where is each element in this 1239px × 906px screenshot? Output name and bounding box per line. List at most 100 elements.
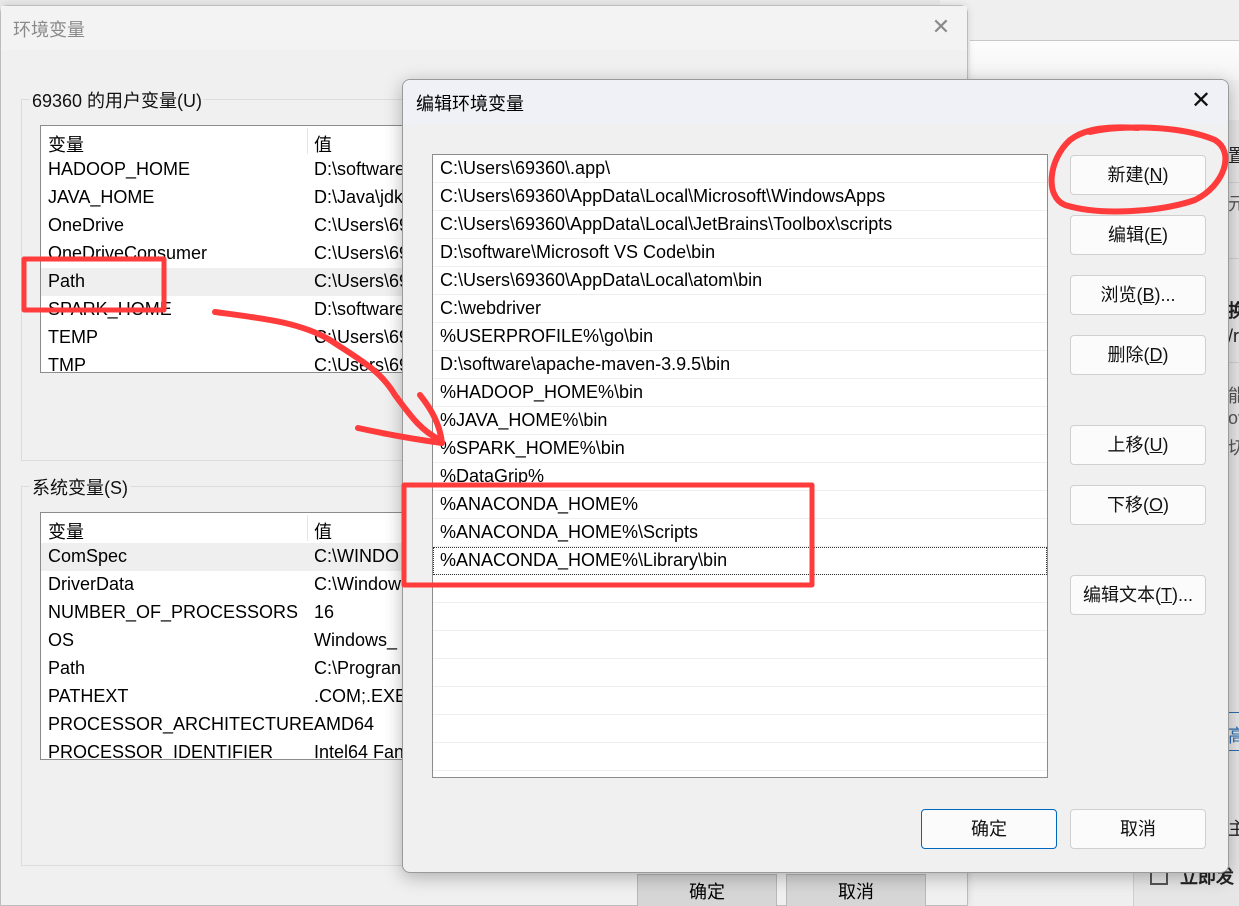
variable-name: TMP xyxy=(48,355,86,373)
access-key: O xyxy=(1148,495,1163,515)
variable-name: PATHEXT xyxy=(48,686,129,706)
button-label: 浏览( xyxy=(1100,285,1143,305)
path-entry-empty[interactable] xyxy=(433,715,1047,743)
variable-value: Intel64 Fan xyxy=(314,742,405,760)
table-row[interactable]: PATHEXT .COM;.EXE xyxy=(41,683,459,711)
path-entry[interactable]: D:\software\apache-maven-3.9.5\bin xyxy=(433,351,1047,379)
variable-value: C:\Users\69 xyxy=(314,215,410,235)
system-variables-list[interactable]: 变量 值 ComSpec C:\WINDO DriverData C:\Window… xyxy=(40,512,460,760)
move-up-button[interactable]: 上移(U) xyxy=(1070,425,1206,465)
path-entry[interactable]: %ANACONDA_HOME% xyxy=(433,491,1047,519)
background-divider xyxy=(1228,258,1239,259)
variable-name: Path xyxy=(48,271,86,291)
path-entry-empty[interactable] xyxy=(433,687,1047,715)
background-divider xyxy=(1228,750,1239,751)
path-entry-empty[interactable] xyxy=(433,659,1047,687)
access-key: E xyxy=(1149,225,1162,245)
column-header-variable[interactable]: 变量 xyxy=(48,131,84,157)
button-label: 上移( xyxy=(1107,435,1150,455)
browse-button[interactable]: 浏览(B)... xyxy=(1070,275,1206,315)
path-entry[interactable]: C:\Users\69360\AppData\Local\JetBrains\T… xyxy=(433,211,1047,239)
path-entry[interactable]: %JAVA_HOME%\bin xyxy=(433,407,1047,435)
env-window-title: 环境变量 xyxy=(13,20,85,40)
table-row[interactable]: NUMBER_OF_PROCESSORS 16 xyxy=(41,599,459,627)
button-label: 新建( xyxy=(1107,165,1150,185)
background-text-fragment: ov xyxy=(1228,408,1239,428)
path-entry[interactable]: C:\webdriver xyxy=(433,295,1047,323)
cancel-button[interactable]: 取消 xyxy=(1070,809,1206,849)
variable-value: C:\Users\69 xyxy=(314,327,410,347)
access-key: D xyxy=(1149,345,1163,365)
table-row[interactable]: SPARK_HOME D:\software xyxy=(41,296,459,324)
close-icon[interactable]: ✕ xyxy=(929,15,953,39)
variable-value: D:\Java\jdk xyxy=(314,187,404,207)
edit-button[interactable]: 编辑(E) xyxy=(1070,215,1206,255)
background-divider xyxy=(1228,182,1239,183)
path-entry[interactable]: %SPARK_HOME%\bin xyxy=(433,435,1047,463)
path-entry[interactable]: %ANACONDA_HOME%\Scripts xyxy=(433,519,1047,547)
path-entry[interactable]: %ANACONDA_HOME%\Library\bin xyxy=(433,547,1047,575)
variable-value: C:\Users\69 xyxy=(314,271,410,291)
edit-text-button[interactable]: 编辑文本(T)... xyxy=(1070,575,1206,615)
table-row[interactable]: Path C:\Progran xyxy=(41,655,459,683)
path-entry[interactable]: %USERPROFILE%\go\bin xyxy=(433,323,1047,351)
variable-value: D:\software xyxy=(314,299,406,319)
table-row[interactable]: OneDrive C:\Users\69 xyxy=(41,212,459,240)
background-text-fragment: 主 xyxy=(1228,819,1239,839)
path-entries-list[interactable]: C:\Users\69360\.app\ C:\Users\69360\AppDa… xyxy=(432,154,1048,778)
close-icon[interactable]: ✕ xyxy=(1188,88,1214,114)
delete-button[interactable]: 删除(D) xyxy=(1070,335,1206,375)
path-entry[interactable]: C:\Users\69360\AppData\Local\Microsoft\W… xyxy=(433,183,1047,211)
access-key: U xyxy=(1149,435,1163,455)
variable-name: JAVA_HOME xyxy=(48,187,155,207)
path-entry-empty[interactable] xyxy=(433,743,1047,771)
path-entry-empty[interactable] xyxy=(433,631,1047,659)
background-text-fragment: 元 xyxy=(1228,194,1239,214)
table-row[interactable]: DriverData C:\Window xyxy=(41,571,459,599)
path-entry[interactable]: %HADOOP_HOME%\bin xyxy=(433,379,1047,407)
variable-name: OneDriveConsumer xyxy=(48,243,208,263)
list-header: 变量 值 xyxy=(41,513,459,543)
variable-value: C:\Window xyxy=(314,574,402,594)
path-entry[interactable]: D:\software\Microsoft VS Code\bin xyxy=(433,239,1047,267)
variable-name: HADOOP_HOME xyxy=(48,159,191,179)
background-window-header xyxy=(970,40,1239,80)
column-separator[interactable] xyxy=(307,515,308,541)
table-row[interactable]: PROCESSOR_ARCHITECTURE AMD64 xyxy=(41,711,459,739)
user-variables-list[interactable]: 变量 值 HADOOP_HOME D:\software JAVA_HOME D:\… xyxy=(40,125,460,373)
column-separator[interactable] xyxy=(307,128,308,154)
table-row[interactable]: PROCESSOR_IDENTIFIER Intel64 Fan xyxy=(41,739,459,760)
variable-name: ComSpec xyxy=(48,546,128,566)
column-header-variable[interactable]: 变量 xyxy=(48,518,84,544)
column-header-value[interactable]: 值 xyxy=(314,131,332,157)
variable-name: Path xyxy=(48,658,86,678)
table-row[interactable]: OS Windows_ xyxy=(41,627,459,655)
new-button[interactable]: 新建(N) xyxy=(1070,155,1206,195)
button-label-tail: ) xyxy=(1162,345,1169,365)
table-row[interactable]: OneDriveConsumer C:\Users\69 xyxy=(41,240,459,268)
table-row-selected[interactable]: ComSpec C:\WINDO xyxy=(41,543,459,571)
path-entry-empty[interactable] xyxy=(433,575,1047,603)
variable-name: OS xyxy=(48,630,75,650)
column-header-value[interactable]: 值 xyxy=(314,518,332,544)
path-entry[interactable]: C:\Users\69360\.app\ xyxy=(433,155,1047,183)
ok-button[interactable]: 确定 xyxy=(921,809,1057,849)
table-row-selected[interactable]: Path C:\Users\69 xyxy=(41,268,459,296)
variable-value: C:\Progran xyxy=(314,658,402,678)
table-row[interactable]: JAVA_HOME D:\Java\jdk xyxy=(41,184,459,212)
path-entry-empty[interactable] xyxy=(433,771,1047,777)
env-ok-button[interactable]: 确定 xyxy=(637,874,777,906)
env-cancel-button[interactable]: 取消 xyxy=(786,874,926,906)
path-entry[interactable]: C:\Users\69360\AppData\Local\atom\bin xyxy=(433,267,1047,295)
button-label-tail: ) xyxy=(1162,165,1169,185)
table-row[interactable]: TEMP C:\Users\69 xyxy=(41,324,459,352)
table-row[interactable]: TMP C:\Users\69 xyxy=(41,352,459,373)
path-entry-empty[interactable] xyxy=(433,603,1047,631)
path-entry[interactable]: %DataGrip% xyxy=(433,463,1047,491)
background-text-fragment: 能 xyxy=(1228,386,1239,406)
variable-value: C:\WINDO xyxy=(314,546,399,566)
table-row[interactable]: HADOOP_HOME D:\software xyxy=(41,156,459,184)
background-text-fragment: 置 xyxy=(1228,146,1239,166)
background-divider xyxy=(1228,362,1239,363)
move-down-button[interactable]: 下移(O) xyxy=(1070,485,1206,525)
